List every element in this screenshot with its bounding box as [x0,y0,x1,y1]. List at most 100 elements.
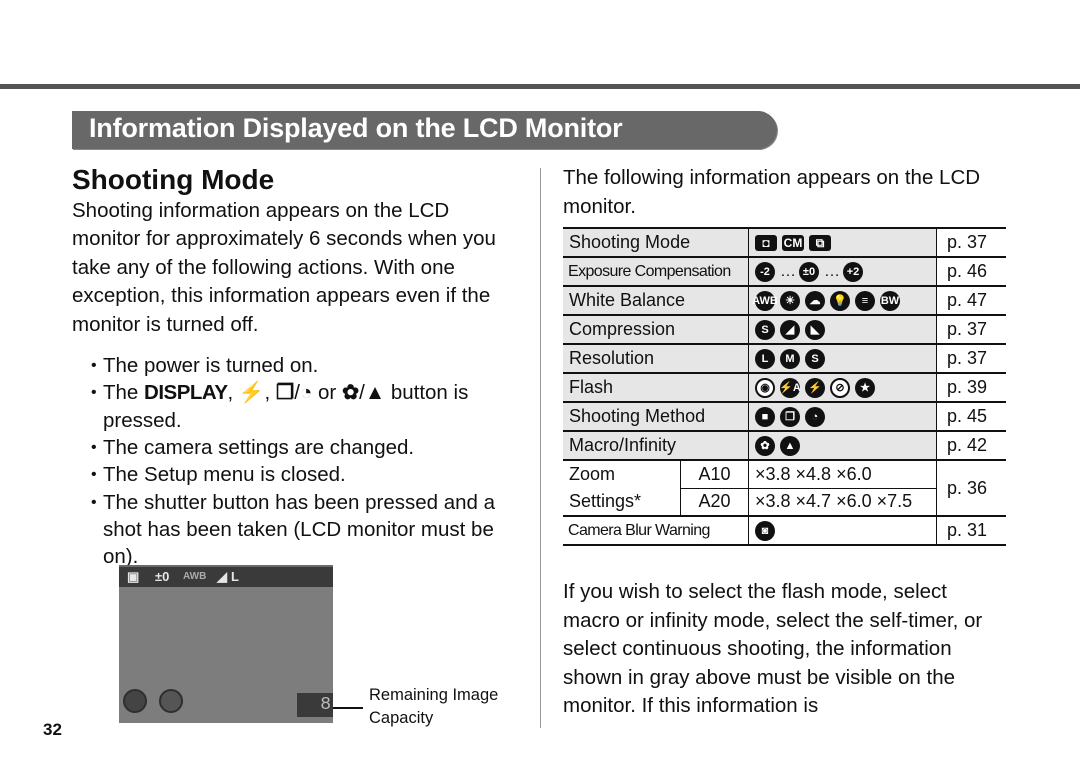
display-button-label: DISPLAY [144,381,228,405]
table-row: Flash ◉ ⚡A ⚡ ⊘ ★ p. 39 [563,372,1006,403]
row-icons: ◙ [748,515,937,546]
camera-mode-icon: ▣ [127,569,140,584]
section-header: Information Displayed on the LCD Monitor [72,111,777,149]
camera-model: A10 [680,459,749,489]
callout-line [333,707,363,709]
label-line: Zoom [569,464,616,484]
lcd-status-bar: ▣ ±0 AWB ◢ L [119,565,333,587]
row-label: White Balance [563,285,749,316]
ellipsis: … [824,263,840,281]
remaining-capacity-readout: 8 [297,693,333,717]
macro-icon: ✿ [755,436,775,457]
table-row: Shooting Mode ◘ CM ⧉ p. 37 [563,227,1006,258]
text: The [103,381,145,405]
row-icons: -2… ±0… +2 [748,256,937,287]
auto-mode-icon: ◘ [755,235,777,252]
zoom-row: Zoom Settings* A10 ×3.8 ×4.8 ×6.0 p. 36 [563,459,1006,517]
stitch-assist-icon: ⧉ [809,235,831,252]
exposure-plus2-icon: +2 [843,262,863,283]
row-label: Macro/Infinity [563,430,749,461]
exposure-zero-icon: ±0 [799,262,819,283]
camera-model: A20 [680,487,749,517]
row-label: Camera Blur Warning [563,515,749,546]
actions-list: The power is turned on. The DISPLAY, ⚡, … [72,352,522,570]
list-item: The power is turned on. [91,352,522,380]
lcd-flash-icon [123,689,147,713]
resolution-small-icon: S [805,349,825,370]
table-row: Macro/Infinity ✿ ▲ p. 42 [563,430,1006,461]
auto-flash-icon: ⚡A [779,378,801,399]
self-timer-icon: ◔ [805,407,825,428]
page-reference: p. 39 [936,372,1006,403]
heading-shooting-mode: Shooting Mode [72,164,275,195]
row-label: Compression [563,314,749,345]
zoom-settings-label: Zoom Settings* [563,459,681,517]
list-item: The DISPLAY, ⚡, ❐/◔ or ✿/▲ button is pre… [91,379,522,434]
camera-shake-icon: ◙ [755,521,775,542]
list-item: The camera settings are changed. [91,434,522,462]
page-reference: p. 37 [936,343,1006,374]
page-reference: p. 36 [936,459,1006,517]
top-rule [0,84,1080,89]
page-reference: p. 31 [936,515,1006,546]
row-icons: ◉ ⚡A ⚡ ⊘ ★ [748,372,937,403]
page-reference: p. 37 [936,227,1006,258]
lcd-single-shot-icon [159,689,183,713]
continuous-shooting-icon: ❐ [275,381,295,405]
text: , [264,381,276,405]
manual-mode-icon: CM [782,235,804,252]
table-row: Camera Blur Warning ◙ p. 31 [563,515,1006,546]
page-reference: p. 47 [936,285,1006,316]
label-line: Settings* [569,491,642,511]
infinity-icon: ▲ [364,381,386,405]
text: , [227,381,239,405]
text: or [312,381,342,405]
awb-icon: AWB [752,291,778,312]
macro-icon: ✿ [341,381,360,405]
list-item: The Setup menu is closed. [91,461,522,489]
continuous-icon: ❐ [780,407,800,428]
row-label: Resolution [563,343,749,374]
superfine-icon: S [755,320,775,341]
row-icons: AWB ☀ ☁ 💡 ≡ BW [748,285,937,316]
flash-off-icon: ⊘ [830,378,850,399]
page-reference: p. 46 [936,256,1006,287]
self-timer-icon: ◔ [299,381,313,405]
right-intro: The following information appears on the… [563,166,981,218]
slow-sync-icon: ★ [855,378,875,399]
daylight-icon: ☀ [780,291,800,312]
red-eye-icon: ◉ [755,378,775,399]
row-icons: LMS [748,343,937,374]
intro-paragraph: Shooting information appears on the LCD … [72,199,496,336]
row-icons: ■ ❐ ◔ [748,401,937,432]
row-label: Shooting Method [563,401,749,432]
lcd-preview: ▣ ±0 AWB ◢ L 8 [119,565,333,723]
cloudy-icon: ☁ [805,291,825,312]
column-divider [540,168,541,728]
page-reference: p. 37 [936,314,1006,345]
normal-icon: ◣ [805,320,825,341]
row-icons: ◘ CM ⧉ [748,227,937,258]
resolution-icon: L [231,569,239,584]
fine-icon: ◢ [780,320,800,341]
row-label: Exposure Compensation [563,256,749,287]
row-icons: S ◢ ◣ [748,314,937,345]
ellipsis: … [780,263,796,281]
fluorescent-icon: ≡ [855,291,875,312]
tungsten-icon: 💡 [830,291,850,312]
page-reference: p. 45 [936,401,1006,432]
right-outro: If you wish to select the flash mode, se… [563,580,983,717]
table-row: Resolution L M Sp. 37 [563,343,1006,374]
awb-icon: AWB [183,571,207,582]
compression-icon: ◢ [217,569,227,584]
page-reference: p. 42 [936,430,1006,461]
info-table: Shooting Mode ◘ CM ⧉ p. 37 Exposure Compensat… [563,227,1006,546]
resolution-large-icon: L [755,349,775,370]
resolution-medium-icon: M [780,349,800,370]
exposure-minus2-icon: -2 [755,262,775,283]
table-row: Shooting Method ■ ❐ ◔ p. 45 [563,401,1006,432]
infinity-icon: ▲ [780,436,800,457]
right-column: The following information appears on the… [563,164,1008,221]
callout-label: Remaining Image Capacity [369,686,499,727]
black-white-icon: BW [880,291,900,312]
